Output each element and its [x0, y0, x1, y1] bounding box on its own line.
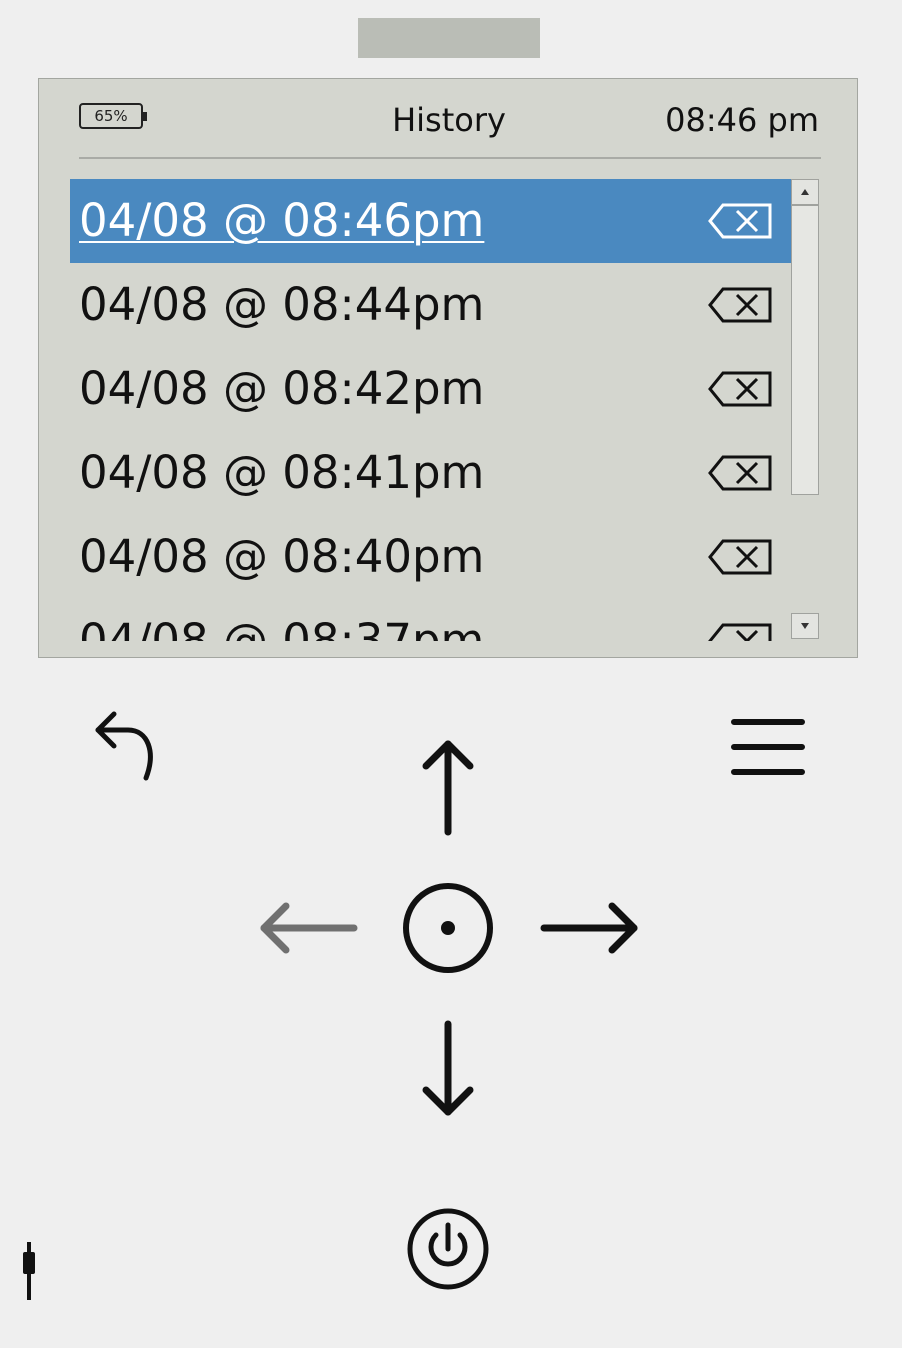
history-list: 04/08 @ 08:46pm 04/08 @ 08:44pm 04/08 @ … [70, 179, 792, 641]
history-row[interactable]: 04/08 @ 08:44pm [70, 263, 792, 347]
ok-button[interactable] [400, 880, 496, 976]
history-row-label: 04/08 @ 08:42pm [79, 362, 485, 415]
up-button[interactable] [418, 736, 478, 840]
backspace-icon[interactable] [708, 623, 774, 641]
backspace-icon[interactable] [708, 371, 774, 407]
backspace-icon[interactable] [708, 455, 774, 491]
arrow-up-icon [422, 740, 474, 836]
list-scrollbar[interactable] [791, 179, 821, 641]
history-row-label: 04/08 @ 08:40pm [79, 530, 485, 583]
arrow-down-icon [422, 1020, 474, 1116]
history-row[interactable]: 04/08 @ 08:40pm [70, 515, 792, 599]
top-tab [358, 18, 540, 58]
down-button[interactable] [418, 1016, 478, 1120]
back-arrow-icon [95, 711, 153, 781]
audio-jack-icon [23, 1242, 35, 1300]
hamburger-menu-icon [731, 719, 805, 775]
scroll-down-button[interactable] [791, 613, 819, 639]
device-screen: 65% History 08:46 pm 04/08 @ 08:46pm 04/… [38, 78, 858, 658]
history-row-label: 04/08 @ 08:37pm [79, 614, 485, 641]
history-row-label: 04/08 @ 08:44pm [79, 278, 485, 331]
scroll-thumb[interactable] [791, 205, 819, 495]
history-row[interactable]: 04/08 @ 08:42pm [70, 347, 792, 431]
backspace-icon[interactable] [708, 539, 774, 575]
center-ok-icon [403, 883, 493, 973]
power-button[interactable] [406, 1207, 490, 1291]
scroll-up-button[interactable] [791, 179, 819, 205]
power-icon [407, 1208, 489, 1290]
history-row[interactable]: 04/08 @ 08:37pm [70, 599, 792, 641]
arrow-right-icon [540, 902, 638, 954]
history-row-label: 04/08 @ 08:46pm [79, 194, 485, 247]
header-divider [79, 157, 821, 159]
history-row-label: 04/08 @ 08:41pm [79, 446, 485, 499]
backspace-icon[interactable] [708, 203, 774, 239]
clock: 08:46 pm [665, 101, 819, 139]
arrow-left-icon [260, 902, 358, 954]
status-bar: 65% History 08:46 pm [79, 99, 819, 139]
left-button[interactable] [254, 898, 362, 958]
audio-jack [20, 1240, 38, 1302]
back-button[interactable] [90, 706, 162, 786]
triangle-down-icon [801, 623, 809, 629]
triangle-up-icon [801, 189, 809, 195]
backspace-icon[interactable] [708, 287, 774, 323]
menu-button[interactable] [730, 716, 806, 780]
right-button[interactable] [536, 898, 644, 958]
history-row[interactable]: 04/08 @ 08:46pm [70, 179, 792, 263]
history-row[interactable]: 04/08 @ 08:41pm [70, 431, 792, 515]
